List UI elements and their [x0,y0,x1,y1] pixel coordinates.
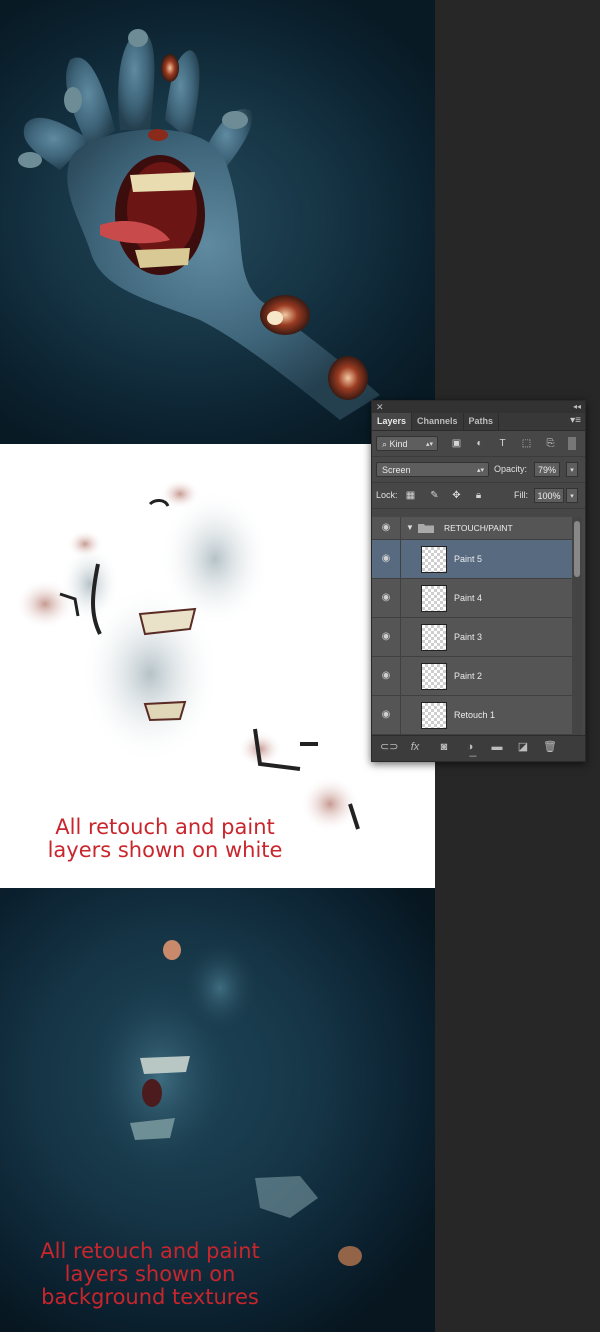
filter-kind-dropdown[interactable]: ⌕ Kind ▴▾ [376,436,438,451]
mask-icon[interactable]: ◙ [436,741,452,754]
layer-name: Paint 2 [454,671,483,681]
visibility-eye-icon[interactable]: ◉ [372,657,401,695]
collapse-icon[interactable]: ◂◂ [573,401,581,413]
opacity-input[interactable]: 79% [534,462,560,477]
caption-layers-on-white: All retouch and paint layers shown on wh… [47,815,283,862]
layers-list: ◉ ▼ RETOUCH/PAINT ◉ Paint 5 ◉ Paint 4 ◉ … [372,517,572,735]
opacity-dropdown-button[interactable]: ▾ [566,462,578,477]
tab-layers[interactable]: Layers [372,413,413,430]
layer-thumbnail [421,702,447,729]
layer-group-row[interactable]: ◉ ▼ RETOUCH/PAINT [372,517,572,540]
group-name: RETOUCH/PAINT [444,523,513,533]
tab-channels[interactable]: Channels [412,413,464,430]
zombie-hand-illustration [18,29,381,420]
layer-name: Retouch 1 [454,710,496,720]
blend-mode-dropdown[interactable]: Screen ▴▾ [376,462,489,477]
layer-name: Paint 3 [454,632,483,642]
chevron-updown-icon: ▴▾ [476,467,484,474]
filter-toggle[interactable] [568,437,576,450]
lock-label: Lock: [376,490,398,500]
close-icon[interactable]: ✕ [376,401,384,413]
pixel-filter-icon[interactable]: ▣ [450,437,463,450]
blend-mode-label: Screen [382,465,411,475]
resize-grip[interactable]: ▪▪▪▪▪▪ [469,754,477,760]
visibility-eye-icon[interactable]: ◉ [372,696,401,734]
fill-label: Fill: [514,490,528,500]
panel-titlebar: ✕ ◂◂ [372,401,585,413]
layer-row-paint-3[interactable]: ◉ Paint 3 [372,618,572,657]
layer-thumbnail [421,585,447,612]
smart-object-filter-icon[interactable]: ⎘ [544,437,557,450]
filter-row: ⌕ Kind ▴▾ ▣ ◐ T ⬚ ⎘ [372,431,585,457]
lock-transparency-icon[interactable]: ▦ [404,489,417,502]
adjustment-filter-icon[interactable]: ◐ [473,437,486,450]
tab-paths[interactable]: Paths [464,413,500,430]
layer-thumbnail [421,663,447,690]
lock-pixels-icon[interactable]: ✎ [428,489,441,502]
visibility-eye-icon[interactable]: ◉ [372,618,401,656]
trash-icon[interactable]: 🗑︎ [542,741,558,754]
folder-icon[interactable]: ▬ [489,741,505,754]
zombie-hand-image [0,0,435,444]
panel-menu-icon[interactable]: ▾≡ [570,415,581,426]
opacity-label: Opacity: [494,464,528,474]
filter-kind-label: Kind [389,439,408,449]
layers-panel: ✕ ◂◂ Layers Channels Paths ▾≡ ⌕ Kind ▴▾ … [371,400,586,762]
lock-row: Lock: ▦ ✎ ✥ 🔒︎ Fill: 100% ▾ [372,483,585,509]
layer-thumbnail [421,546,447,573]
layers-scrollbar[interactable] [572,517,582,735]
lock-all-icon[interactable]: 🔒︎ [472,489,485,502]
layer-name: Paint 4 [454,593,483,603]
caption-layers-on-texture: All retouch and paint layers shown on ba… [40,1239,260,1309]
folder-icon [418,524,434,533]
layer-row-paint-5[interactable]: ◉ Paint 5 [372,540,572,579]
link-icon[interactable]: ⊂⊃ [380,741,398,754]
visibility-eye-icon[interactable]: ◉ [372,579,401,617]
new-layer-icon[interactable]: ◪ [515,741,531,754]
fx-icon[interactable]: fx [407,741,423,754]
visibility-eye-icon[interactable]: ◉ [372,517,401,539]
visibility-eye-icon[interactable]: ◉ [372,540,401,578]
lock-position-icon[interactable]: ✥ [450,489,463,502]
layer-thumbnail [421,624,447,651]
search-icon: ⌕ [382,439,390,449]
chevron-updown-icon: ▴▾ [425,441,433,448]
blend-row: Screen ▴▾ Opacity: 79% ▾ [372,457,585,483]
layers-on-texture-image: All retouch and paint layers shown on ba… [0,888,435,1332]
panel-tabs: Layers Channels Paths ▾≡ [372,413,585,431]
type-filter-icon[interactable]: T [496,437,509,450]
layer-row-paint-2[interactable]: ◉ Paint 2 [372,657,572,696]
fill-dropdown-button[interactable]: ▾ [566,488,578,503]
fill-input[interactable]: 100% [534,488,564,503]
adjustment-icon[interactable]: ◑ [462,741,478,754]
layer-name: Paint 5 [454,554,483,564]
layers-on-white-image: All retouch and paint layers shown on wh… [0,444,435,888]
shape-filter-icon[interactable]: ⬚ [520,437,533,450]
layer-row-retouch-1[interactable]: ◉ Retouch 1 [372,696,572,735]
layer-row-paint-4[interactable]: ◉ Paint 4 [372,579,572,618]
scrollbar-thumb[interactable] [574,521,580,577]
panel-bottom-toolbar: ⊂⊃ fx ◙ ◑ ▬ ◪ 🗑︎ ▪▪▪▪▪▪ [372,735,585,761]
expand-triangle-icon[interactable]: ▼ [406,517,414,539]
